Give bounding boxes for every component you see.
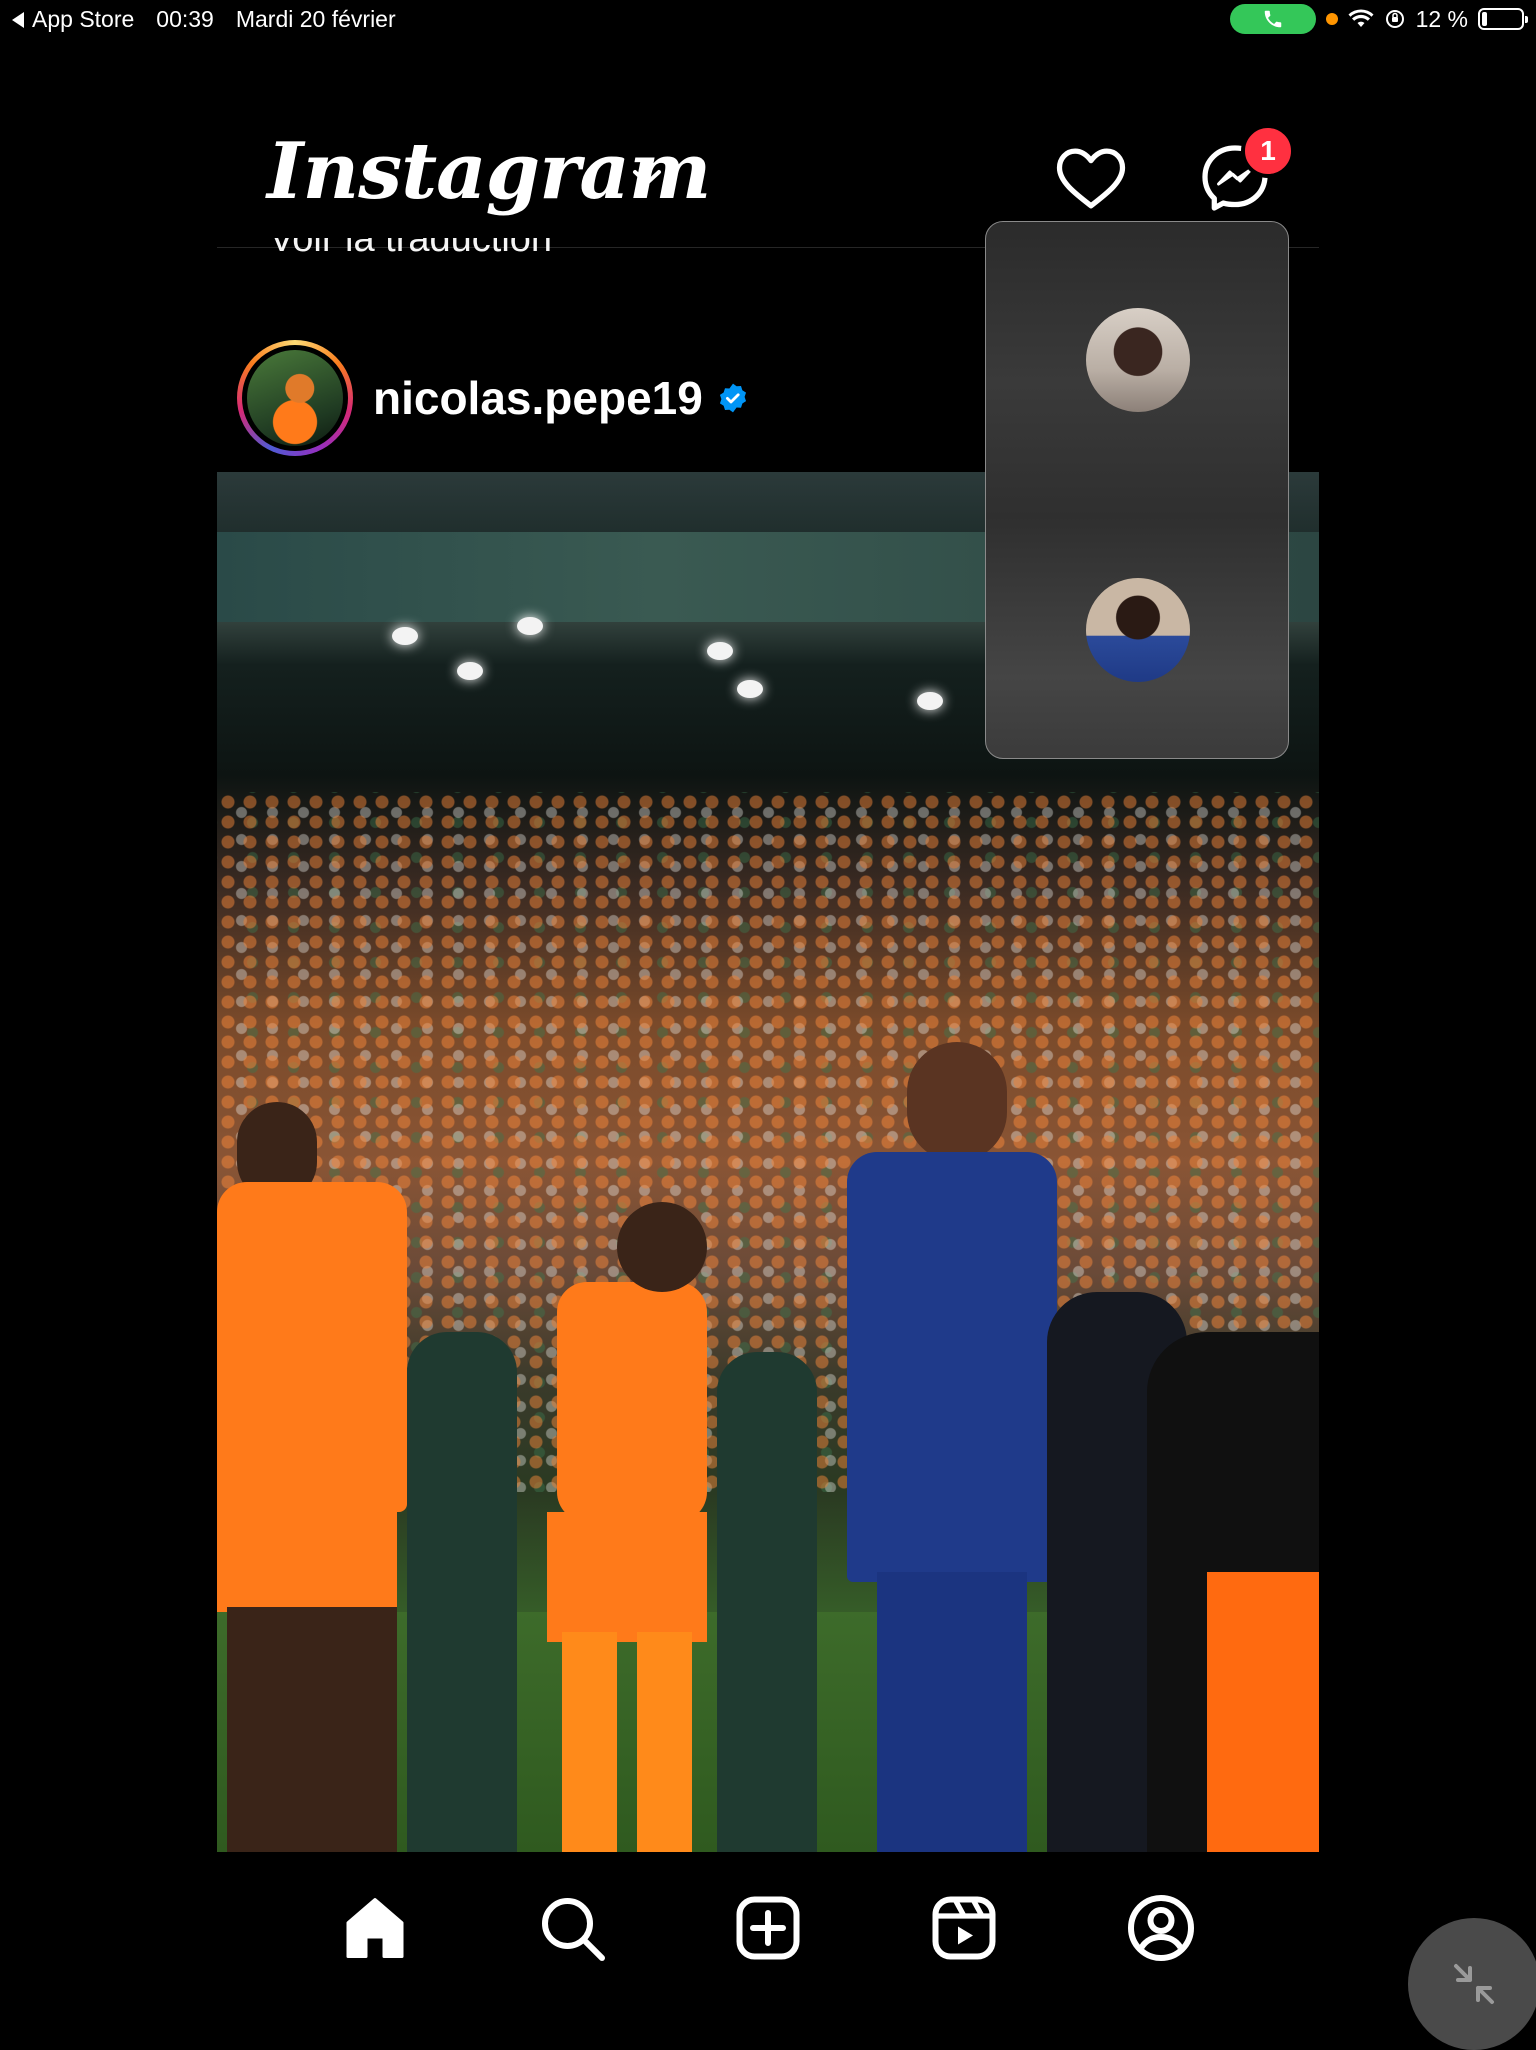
status-bar: App Store 00:39 Mardi 20 février 12 % xyxy=(0,0,1536,40)
heart-icon[interactable] xyxy=(1055,142,1127,214)
search-icon xyxy=(541,1898,605,1961)
stadium-light xyxy=(392,627,418,645)
player-figure xyxy=(217,1102,417,1852)
see-translation-link[interactable]: Voir la traduction xyxy=(269,238,552,266)
nav-home-button[interactable] xyxy=(331,1884,419,1972)
messages-notification-badge: 1 xyxy=(1241,124,1295,178)
post-header: nicolas.pepe19 xyxy=(237,338,749,458)
hostess-figure xyxy=(717,1352,817,1852)
post-username[interactable]: nicolas.pepe19 xyxy=(373,371,703,425)
status-time: 00:39 xyxy=(156,6,214,32)
profile-icon xyxy=(1127,1895,1194,1961)
stadium-light xyxy=(917,692,943,710)
battery-percent: 12 % xyxy=(1415,5,1468,32)
photographer-vest xyxy=(1207,1572,1319,1852)
privacy-indicator-dot xyxy=(1325,13,1338,25)
stadium-light xyxy=(737,680,763,698)
official-figure xyxy=(847,1042,1057,1852)
player-figure xyxy=(497,1132,717,1852)
minimize-call-button[interactable] xyxy=(1408,1918,1536,2050)
stadium-light xyxy=(457,662,483,680)
nav-reels-button[interactable] xyxy=(920,1884,1008,1972)
wifi-icon xyxy=(1348,9,1374,27)
call-participant-avatar xyxy=(1086,578,1190,682)
stadium-light xyxy=(707,642,733,660)
active-call-pill[interactable] xyxy=(1229,4,1316,34)
home-icon xyxy=(346,1898,404,1958)
create-icon xyxy=(736,1896,800,1960)
nav-profile-button[interactable] xyxy=(1117,1884,1205,1972)
video-call-pip[interactable] xyxy=(985,221,1289,759)
call-participant-avatar xyxy=(1086,308,1190,412)
post-author-avatar[interactable] xyxy=(237,340,353,456)
back-arrow-icon xyxy=(12,11,24,28)
back-to-app-store-link[interactable]: App Store xyxy=(12,6,134,33)
nav-create-button[interactable] xyxy=(724,1884,812,1972)
nav-search-button[interactable] xyxy=(528,1884,616,1972)
orientation-lock-icon xyxy=(1385,10,1404,28)
chevron-down-icon[interactable] xyxy=(631,166,663,188)
hostess-figure xyxy=(407,1332,517,1852)
battery-icon xyxy=(1478,8,1528,30)
back-app-label: App Store xyxy=(32,6,135,32)
bottom-nav-bar xyxy=(217,1856,1319,2000)
status-date: Mardi 20 février xyxy=(235,6,396,32)
stadium-light xyxy=(517,617,543,635)
verified-badge-icon xyxy=(719,383,746,413)
reels-icon xyxy=(932,1896,996,1960)
phone-icon xyxy=(1264,10,1281,28)
minimize-arrows-icon xyxy=(1454,1964,1494,2004)
